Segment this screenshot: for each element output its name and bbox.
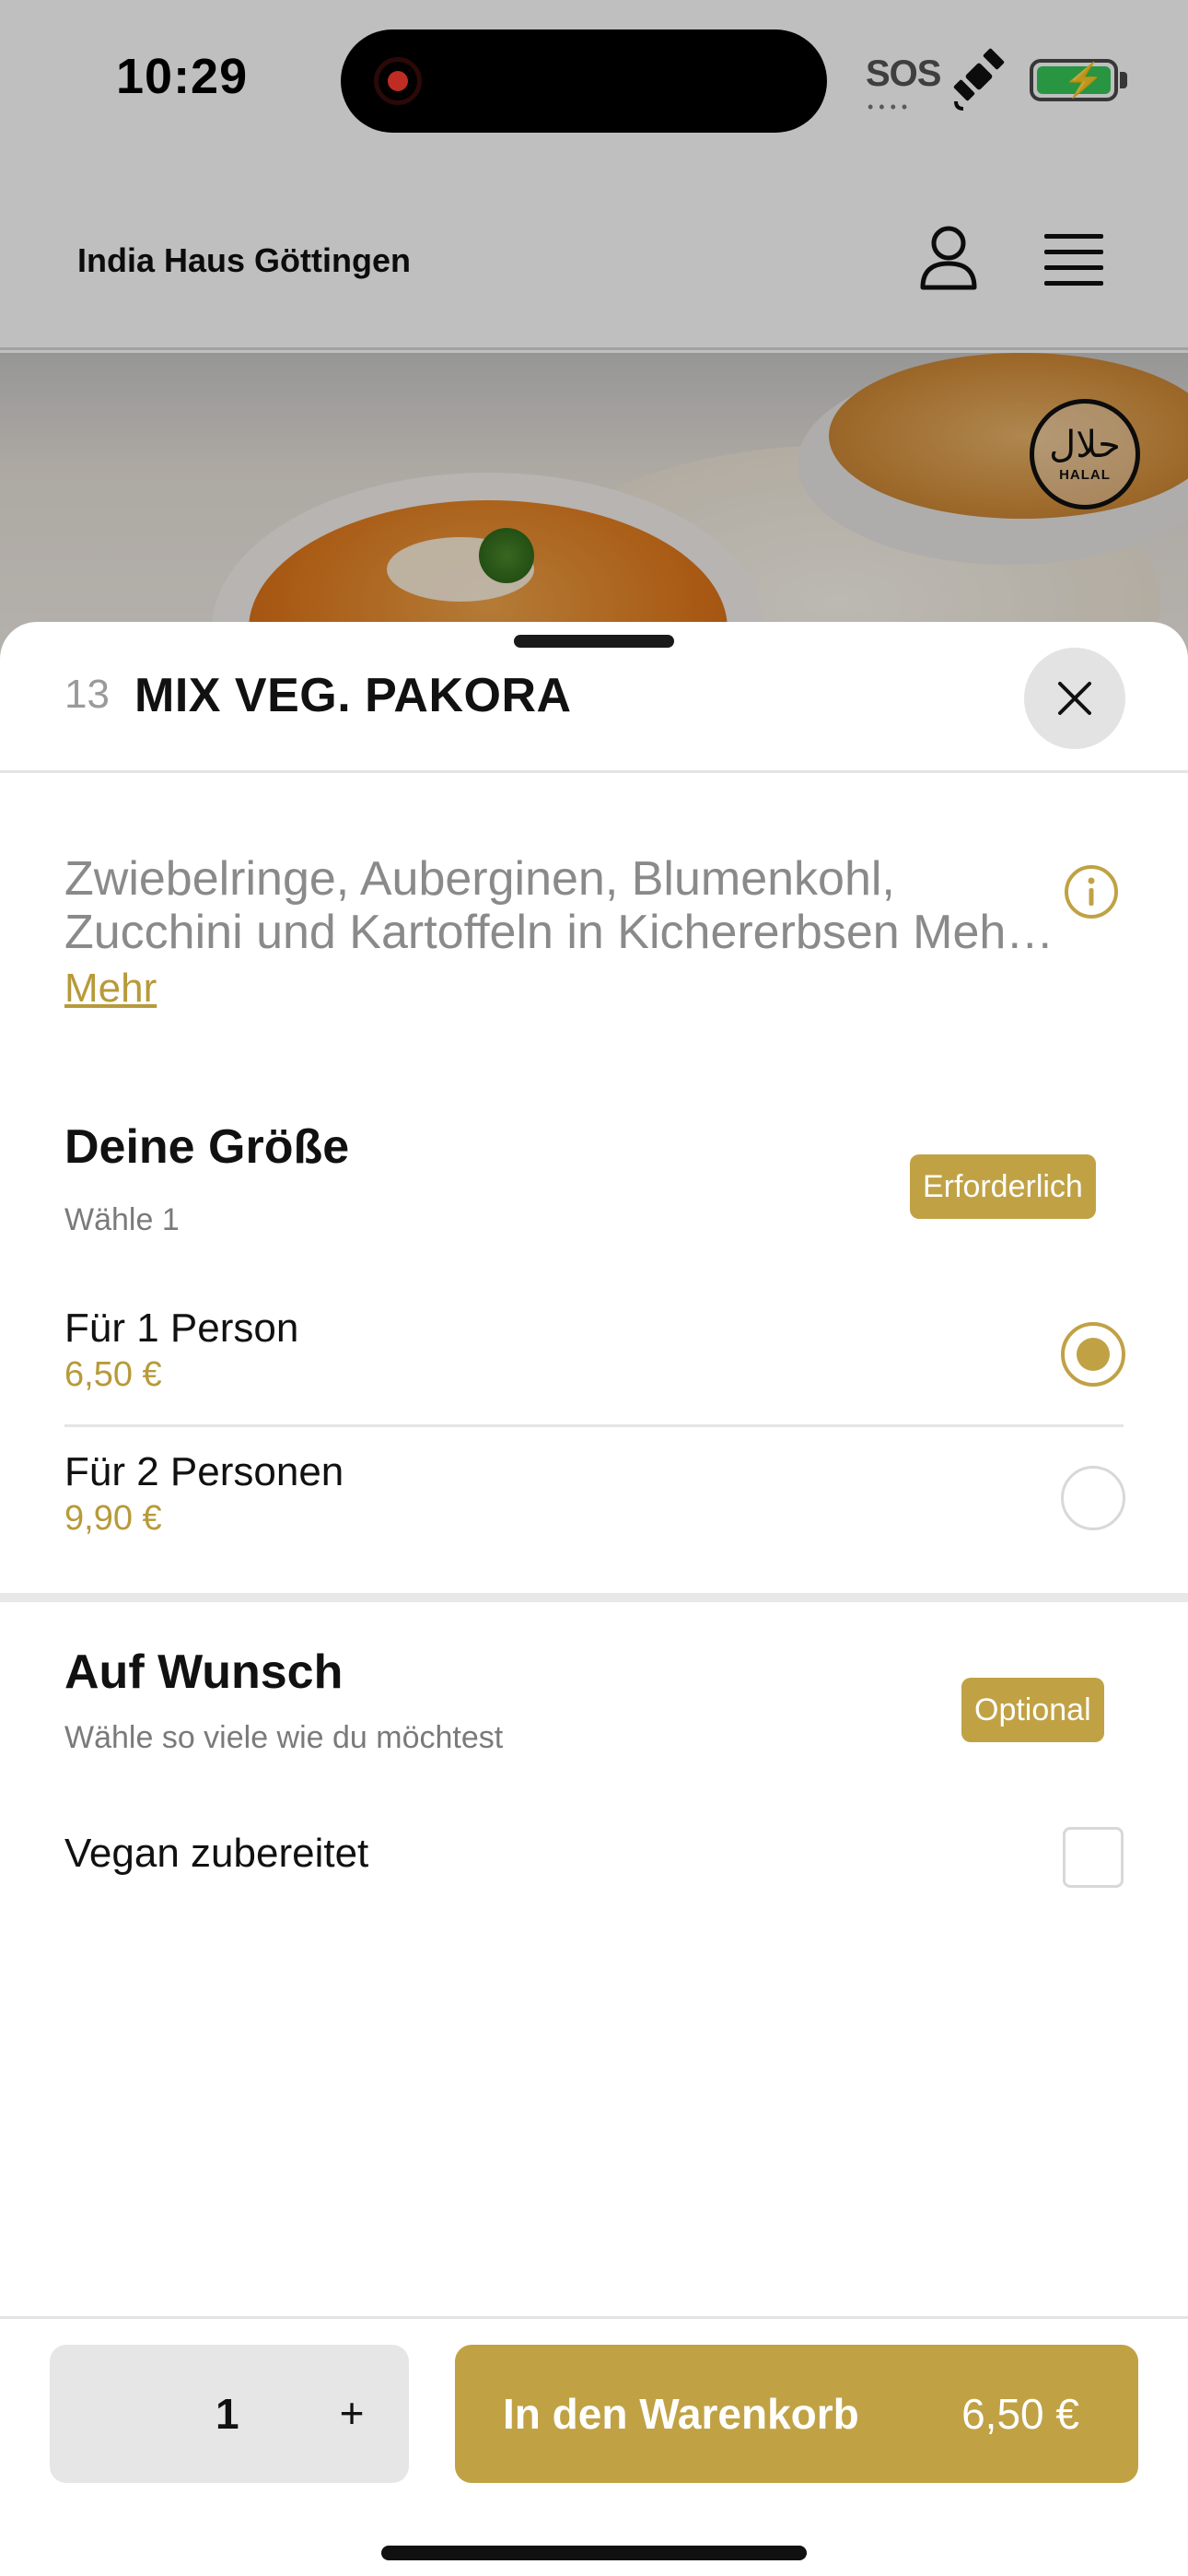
option-divider [64, 1424, 1124, 1427]
option-label: Für 2 Personen [64, 1449, 344, 1494]
size-option-1-person[interactable]: Für 1 Person 6,50 € [64, 1306, 1124, 1395]
size-section-title: Deine Größe [64, 1120, 350, 1174]
section-divider [0, 1593, 1188, 1602]
description-text: Zwiebelringe, Auberginen, Blumenkohl, Zu… [64, 852, 1017, 959]
item-number: 13 [64, 672, 110, 717]
size-section-subtitle: Wähle 1 [64, 1202, 180, 1237]
extras-section-subtitle: Wähle so viele wie du möchtest [64, 1720, 504, 1755]
option-price: 9,90 € [64, 1499, 162, 1538]
close-button[interactable] [1024, 648, 1125, 749]
option-label: Für 1 Person [64, 1306, 299, 1351]
quantity-value: 1 [215, 2390, 239, 2438]
size-option-2-persons[interactable]: Für 2 Personen 9,90 € [64, 1449, 1124, 1539]
home-indicator [381, 2546, 807, 2560]
add-to-cart-price: 6,50 € [961, 2390, 1079, 2438]
option-label: Vegan zubereitet [64, 1831, 369, 1876]
sheet-footer: 1 + In den Warenkorb 6,50 € [0, 2316, 1188, 2576]
close-icon [1058, 682, 1091, 715]
info-icon[interactable] [1063, 863, 1120, 920]
required-badge: Erforderlich [910, 1154, 1096, 1219]
radio-selected[interactable] [1061, 1322, 1125, 1387]
sheet-header: 13 MIX VEG. PAKORA [0, 622, 1188, 773]
quantity-stepper: 1 + [50, 2345, 409, 2483]
radio-unselected[interactable] [1061, 1466, 1125, 1530]
option-price: 6,50 € [64, 1355, 162, 1394]
more-link[interactable]: Mehr [64, 962, 157, 1015]
item-title: MIX VEG. PAKORA [134, 669, 572, 722]
add-to-cart-label: In den Warenkorb [503, 2390, 859, 2438]
item-detail-sheet: 13 MIX VEG. PAKORA Zwiebelringe, Aubergi… [0, 622, 1188, 2576]
extra-option-vegan[interactable]: Vegan zubereitet [64, 1831, 1124, 1877]
item-description: Zwiebelringe, Auberginen, Blumenkohl, Zu… [64, 852, 1059, 1015]
extras-section-title: Auf Wunsch [64, 1645, 344, 1699]
add-to-cart-button[interactable]: In den Warenkorb 6,50 € [455, 2345, 1138, 2483]
optional-badge: Optional [961, 1678, 1104, 1742]
vegan-checkbox[interactable] [1063, 1827, 1124, 1888]
increase-quantity-button[interactable]: + [324, 2385, 379, 2441]
